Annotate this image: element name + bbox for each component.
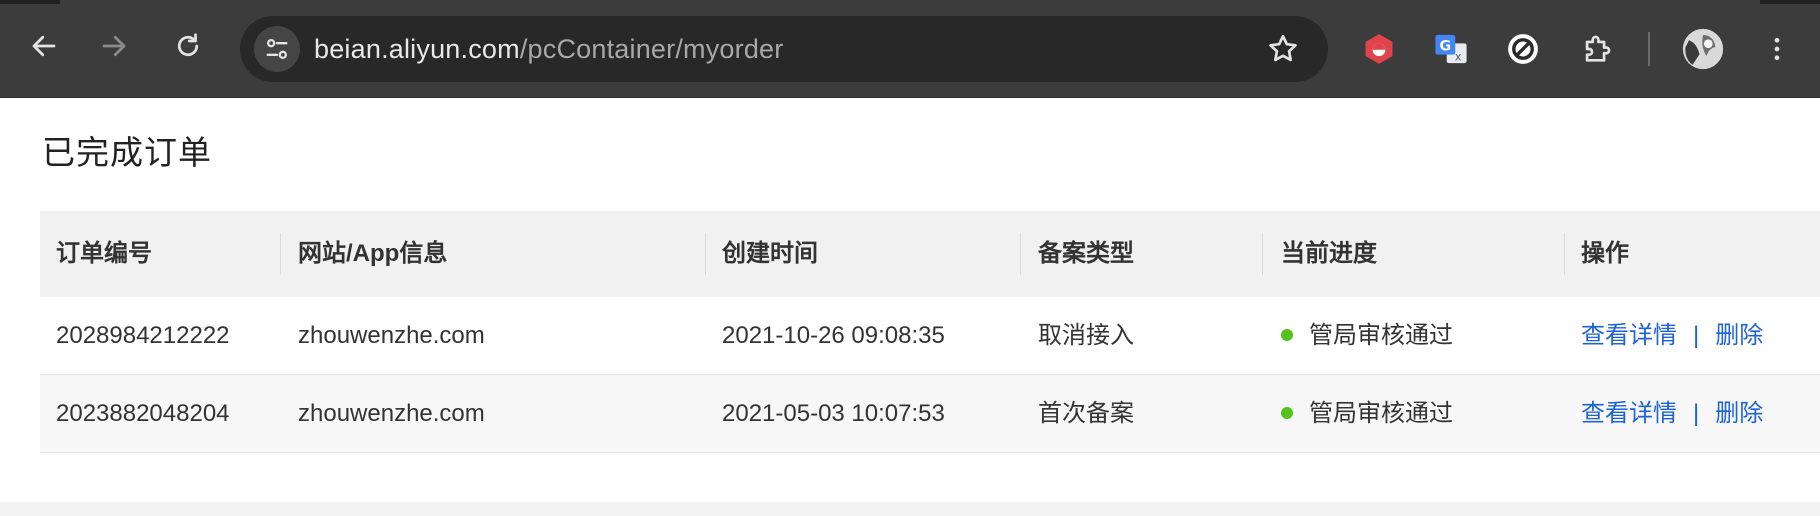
forward-button[interactable] <box>92 24 136 68</box>
window-corner <box>1760 0 1820 4</box>
status-dot <box>1281 406 1293 419</box>
translate-extension-button[interactable]: G x <box>1432 30 1470 68</box>
column-header-actions: 操作 <box>1581 240 1629 267</box>
delete-link[interactable]: 删除 <box>1715 322 1763 349</box>
block-extension-button[interactable] <box>1504 30 1542 68</box>
extensions-menu-button[interactable] <box>1578 30 1616 68</box>
google-translate-icon: G x <box>1435 34 1467 63</box>
more-menu-icon <box>1774 37 1780 61</box>
table-row: 2028984212222 zhouwenzhe.com 2021-10-26 … <box>40 297 1820 375</box>
column-divider <box>1564 233 1565 275</box>
status-cell: 管局审核通过 <box>1281 297 1453 375</box>
column-divider <box>705 233 706 275</box>
reload-icon <box>177 33 199 57</box>
profile-button[interactable] <box>1682 28 1724 70</box>
column-header-status: 当前进度 <box>1281 240 1377 267</box>
address-bar[interactable]: beian.aliyun.com/pcContainer/myorder <box>240 16 1328 82</box>
action-separator: | <box>1693 322 1700 349</box>
created-time: 2021-10-26 09:08:35 <box>722 322 945 349</box>
action-separator: | <box>1693 400 1700 427</box>
column-divider <box>280 233 281 275</box>
extension-button[interactable] <box>1360 30 1398 68</box>
filing-type: 取消接入 <box>1038 322 1134 349</box>
actions-cell: 查看详情 | 删除 <box>1581 375 1763 453</box>
column-header-created: 创建时间 <box>722 240 818 267</box>
svg-text:G: G <box>1440 38 1452 54</box>
more-menu-button[interactable] <box>1758 30 1796 68</box>
window-corner <box>0 0 60 4</box>
url-path: /pcContainer/myorder <box>519 34 784 64</box>
url-host: beian.aliyun.com <box>314 34 520 64</box>
page-footer-strip <box>0 502 1820 516</box>
table-header: 订单编号 网站/App信息 创建时间 备案类型 当前进度 操作 <box>40 211 1820 297</box>
column-header-type: 备案类型 <box>1038 240 1134 267</box>
toolbar-divider <box>1648 32 1650 66</box>
site-info: zhouwenzhe.com <box>298 400 485 427</box>
table-row: 2023882048204 zhouwenzhe.com 2021-05-03 … <box>40 375 1820 453</box>
column-header-order-no: 订单编号 <box>56 240 152 267</box>
delete-link[interactable]: 删除 <box>1715 400 1763 427</box>
puzzle-extensions-icon <box>1585 35 1611 62</box>
browser-toolbar: beian.aliyun.com/pcContainer/myorder G x <box>0 0 1820 98</box>
status-cell: 管局审核通过 <box>1281 375 1453 453</box>
reload-button[interactable] <box>166 24 210 68</box>
url-text[interactable]: beian.aliyun.com/pcContainer/myorder <box>314 16 783 82</box>
order-number: 2023882048204 <box>56 400 230 427</box>
status-text: 管局审核通过 <box>1309 322 1453 349</box>
back-icon <box>32 35 56 57</box>
filing-type: 首次备案 <box>1038 400 1134 427</box>
order-number: 2028984212222 <box>56 322 230 349</box>
created-time: 2021-05-03 10:07:53 <box>722 400 945 427</box>
column-header-site: 网站/App信息 <box>298 240 448 267</box>
column-divider <box>1262 233 1263 275</box>
orders-table: 订单编号 网站/App信息 创建时间 备案类型 当前进度 操作 20289842… <box>40 211 1820 453</box>
forward-icon <box>102 35 126 57</box>
block-icon <box>1508 34 1538 64</box>
site-settings-button[interactable] <box>254 26 300 72</box>
status-text: 管局审核通过 <box>1309 400 1453 427</box>
extension-red-icon <box>1365 34 1393 64</box>
site-settings-icon <box>266 38 288 60</box>
svg-text:x: x <box>1455 49 1462 63</box>
page-title: 已完成订单 <box>42 133 212 172</box>
view-details-link[interactable]: 查看详情 <box>1581 400 1677 427</box>
status-dot <box>1281 328 1293 341</box>
actions-cell: 查看详情 | 删除 <box>1581 297 1763 375</box>
site-info: zhouwenzhe.com <box>298 322 485 349</box>
back-button[interactable] <box>22 24 66 68</box>
column-divider <box>1020 233 1021 275</box>
view-details-link[interactable]: 查看详情 <box>1581 322 1677 349</box>
bookmark-star-icon[interactable] <box>1266 32 1300 66</box>
profile-avatar <box>1682 28 1724 70</box>
